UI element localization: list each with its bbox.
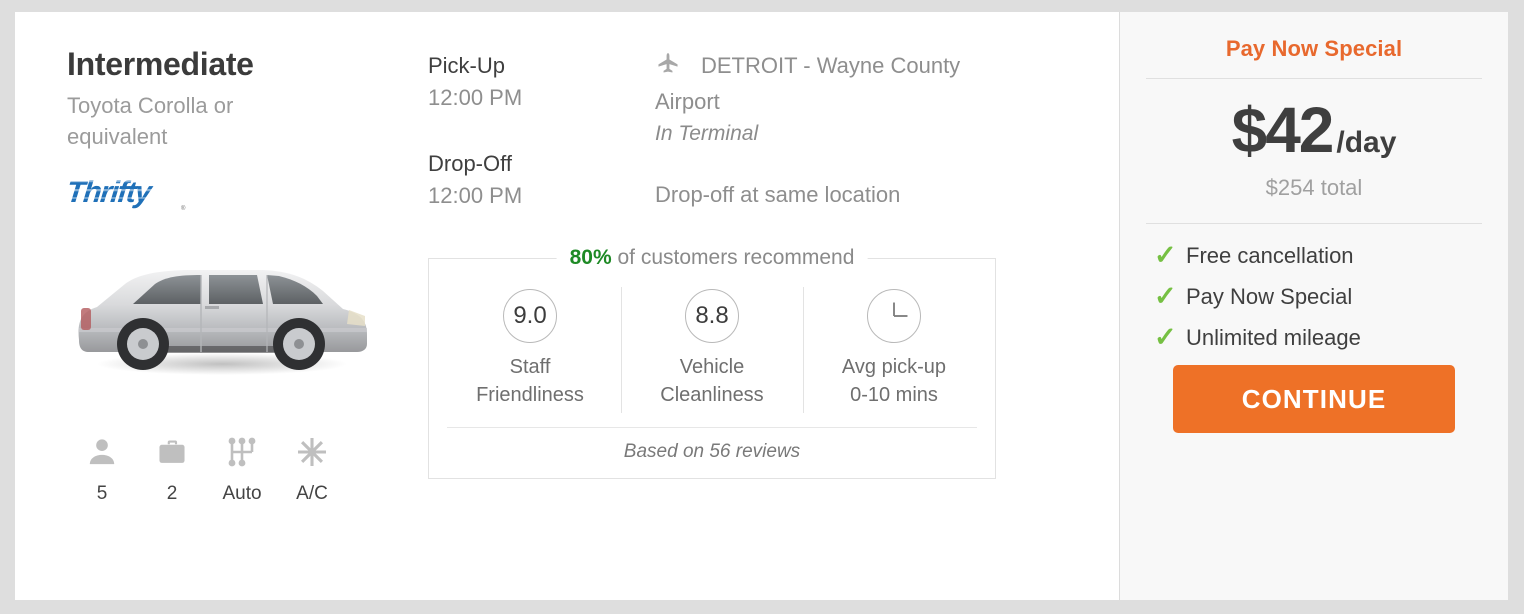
dropoff-label: Drop-Off: [428, 150, 512, 176]
pickup-time-block: Pick-Up 12:00 PM: [428, 50, 655, 114]
vehicle-category-title: Intermediate: [67, 46, 254, 82]
spec-transmission-label: Auto: [222, 483, 262, 505]
rental-offer-card: Intermediate Toyota Corolla or equivalen…: [15, 12, 1508, 600]
staff-friendliness-score: 9.0: [503, 288, 557, 343]
airplane-icon: [655, 51, 681, 86]
itinerary: Pick-Up 12:00 PM Drop-Off 12:00 PM DETRO…: [415, 50, 1119, 246]
benefit-item: ✓ Free cancellation: [1154, 242, 1482, 269]
car-photo-image: [78, 270, 368, 376]
benefit-item: ✓ Unlimited mileage: [1154, 324, 1482, 351]
check-icon: ✓: [1154, 281, 1177, 311]
rating-staff-friendliness: 9.0 Staff Friendliness: [439, 285, 621, 428]
rating-avg-pickup-time: Avg pick-up 0-10 mins: [803, 285, 985, 428]
spec-bags-label: 2: [166, 483, 178, 505]
spec-passengers: 5: [67, 430, 137, 505]
benefit-free-cancellation-label: Free cancellation: [1186, 242, 1354, 268]
pickup-label: Pick-Up: [428, 53, 506, 78]
spec-air-conditioning: A/C: [277, 430, 347, 505]
itinerary-times: Pick-Up 12:00 PM Drop-Off 12:00 PM: [415, 50, 655, 246]
benefit-item: ✓ Pay Now Special: [1154, 283, 1482, 310]
recommend-percent: 80%: [569, 245, 612, 269]
dropoff-location-block: Drop-off at same location: [655, 182, 985, 208]
spec-passengers-label: 5: [96, 483, 108, 505]
spec-transmission: Auto: [207, 430, 277, 505]
snowflake-icon: [277, 430, 347, 474]
vehicle-cleanliness-score: 8.8: [685, 288, 739, 343]
divider-top: [1146, 78, 1482, 79]
divider-bottom: [1146, 223, 1482, 224]
suitcase-icon: [137, 430, 207, 474]
benefits-list: ✓ Free cancellation ✓ Pay Now Special ✓ …: [1146, 242, 1482, 351]
dropoff-time: 12:00 PM: [428, 182, 523, 208]
price-total: $254 total: [1265, 175, 1363, 200]
itinerary-and-reviews-column: Pick-Up 12:00 PM Drop-Off 12:00 PM DETRO…: [415, 12, 1119, 600]
avg-pickup-caption-line1: Avg pick-up: [841, 355, 947, 378]
spec-ac-label: A/C: [296, 483, 328, 505]
thrifty-supplier-logo: Thrifty ®: [67, 176, 186, 212]
staff-friendliness-caption-line1: Staff: [509, 355, 551, 378]
pickup-location-text: DETROIT - Wayne County Airport: [655, 53, 961, 115]
vehicle-column: Intermediate Toyota Corolla or equivalen…: [15, 12, 415, 600]
spec-bags: 2: [137, 430, 207, 505]
dropoff-time-block: Drop-Off 12:00 PM: [428, 148, 655, 212]
price-amount: $42: [1231, 94, 1335, 166]
clock-icon: [867, 288, 921, 343]
transmission-icon: [207, 430, 277, 474]
staff-friendliness-caption-line2: Friendliness: [476, 383, 584, 406]
pickup-location-block: DETROIT - Wayne County Airport In Termin…: [655, 50, 985, 148]
avg-pickup-caption-line2: 0-10 mins: [850, 383, 938, 406]
check-icon: ✓: [1154, 322, 1177, 352]
svg-text:®: ®: [181, 205, 186, 212]
vehicle-cleanliness-caption-line2: Cleanliness: [660, 383, 764, 406]
reviews-box: 80% of customers recommend 9.0 Staff Fri…: [428, 245, 996, 480]
itinerary-locations: DETROIT - Wayne County Airport In Termin…: [655, 50, 985, 246]
benefit-pay-now-special-label: Pay Now Special: [1186, 283, 1353, 309]
recommend-text: of customers recommend: [617, 245, 855, 269]
pickup-time: 12:00 PM: [428, 84, 523, 110]
check-icon: ✓: [1154, 240, 1177, 270]
recommend-headline: 80% of customers recommend: [556, 245, 868, 270]
promo-title: Pay Now Special: [1225, 36, 1403, 61]
price-unit: /day: [1336, 126, 1397, 159]
price-row: $42/day: [1146, 93, 1482, 167]
dropoff-location-text: Drop-off at same location: [655, 182, 901, 208]
ratings-row: 9.0 Staff Friendliness 8.8 Vehicle Clean…: [429, 285, 995, 428]
vehicle-cleanliness-caption-line1: Vehicle: [679, 355, 745, 378]
vehicle-specs-row: 5 2 Auto A/C: [67, 430, 415, 505]
price-panel: Pay Now Special $42/day $254 total ✓ Fre…: [1119, 12, 1508, 600]
benefit-unlimited-mileage-label: Unlimited mileage: [1186, 324, 1361, 350]
vehicle-model-subtitle: Toyota Corolla or equivalent: [67, 92, 234, 150]
pickup-terminal-note: In Terminal: [655, 121, 759, 145]
person-icon: [67, 430, 137, 474]
reviews-count-footer: Based on 56 reviews: [447, 427, 977, 478]
rating-vehicle-cleanliness: 8.8 Vehicle Cleanliness: [621, 285, 803, 428]
continue-button[interactable]: CONTINUE: [1173, 365, 1455, 433]
